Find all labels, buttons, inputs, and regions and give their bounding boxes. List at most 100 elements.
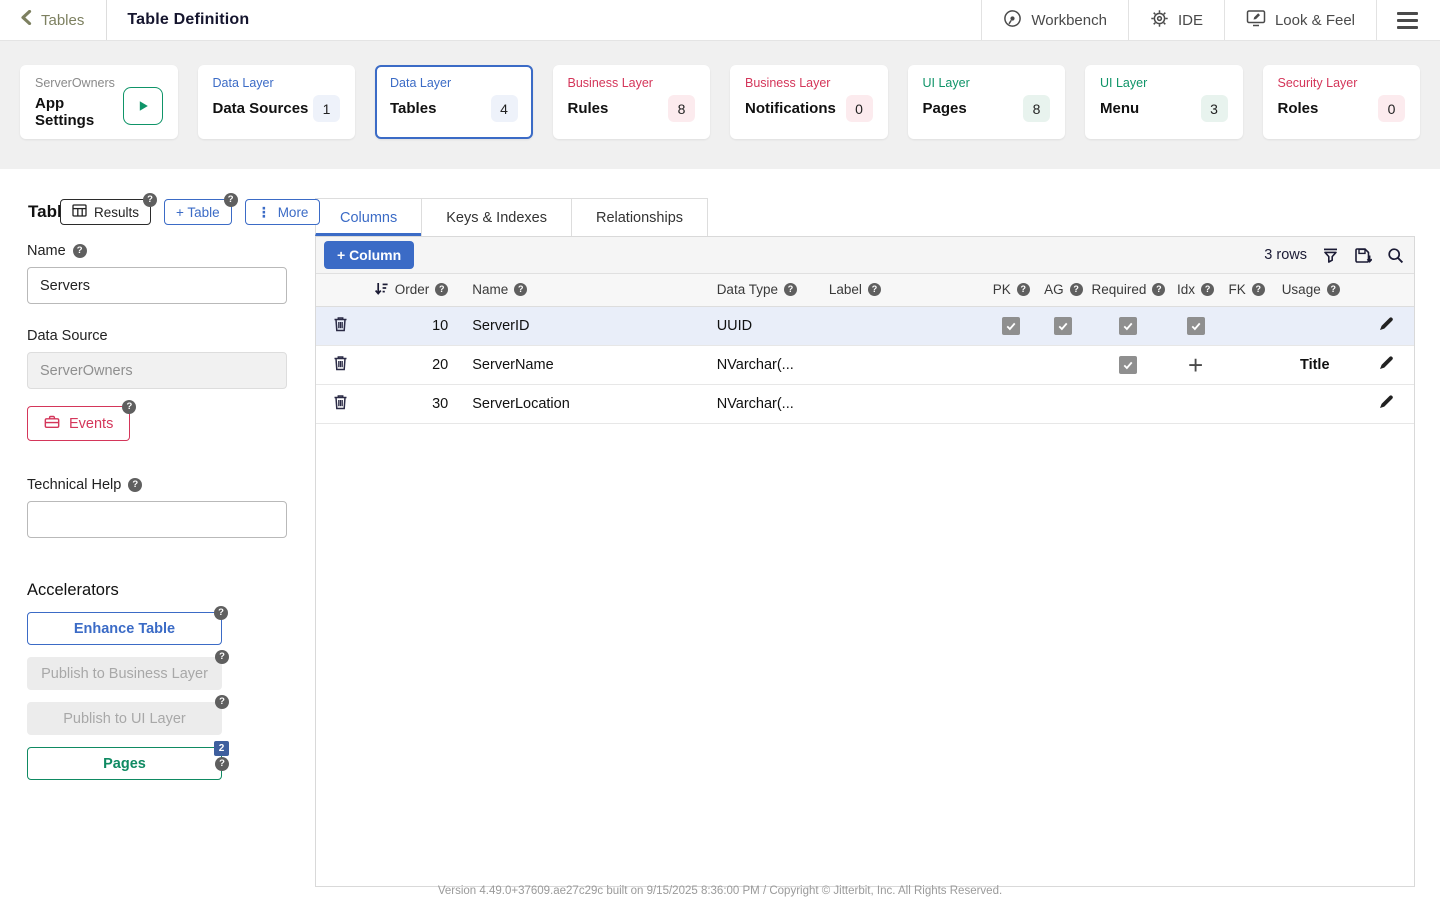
help-icon[interactable]: ?: [215, 650, 229, 664]
ag-checkbox[interactable]: [1054, 317, 1072, 335]
cell-name: ServerID: [460, 306, 704, 345]
card-tables[interactable]: Data Layer Tables 4: [375, 65, 533, 139]
help-icon[interactable]: ?: [1201, 283, 1214, 296]
search-icon[interactable]: [1387, 247, 1404, 264]
add-table-button[interactable]: + Table ?: [164, 199, 232, 225]
tab-keys-indexes[interactable]: Keys & Indexes: [421, 198, 572, 236]
table-definition-page: Tables Table Definition Workbench: [0, 0, 1440, 900]
card-layer-label: Business Layer: [745, 76, 873, 90]
tab-relationships[interactable]: Relationships: [571, 198, 708, 236]
header-usage[interactable]: Usage: [1282, 282, 1321, 297]
card-menu[interactable]: UI Layer Menu 3: [1085, 65, 1243, 139]
pencil-icon[interactable]: [1378, 393, 1395, 410]
trash-icon[interactable]: [333, 355, 348, 371]
cell-label: [817, 345, 985, 384]
card-roles[interactable]: Security Layer Roles 0: [1263, 65, 1421, 139]
help-icon[interactable]: ?: [215, 757, 229, 771]
enhance-table-button[interactable]: Enhance Table ?: [27, 612, 222, 645]
card-rules[interactable]: Business Layer Rules 8: [553, 65, 711, 139]
card-notifications[interactable]: Business Layer Notifications 0: [730, 65, 888, 139]
trash-icon[interactable]: [333, 394, 348, 410]
results-button[interactable]: Results ?: [60, 199, 151, 225]
add-table-label: + Table: [176, 205, 220, 220]
help-icon[interactable]: ?: [122, 400, 136, 414]
gear-icon: [1150, 9, 1169, 32]
workbench-button[interactable]: Workbench: [981, 0, 1128, 40]
add-column-button[interactable]: + Column: [324, 241, 414, 269]
cell-data-type: NVarchar(...: [705, 384, 817, 423]
technical-help-input[interactable]: [27, 501, 287, 538]
add-index-icon[interactable]: +: [1188, 350, 1203, 380]
header-name[interactable]: Name: [472, 282, 508, 297]
help-icon[interactable]: ?: [784, 283, 797, 296]
main-content: Columns Keys & Indexes Relationships + C…: [315, 169, 1415, 887]
card-name: Tables: [390, 100, 436, 117]
tab-columns[interactable]: Columns: [315, 198, 422, 236]
technical-help-label: Technical Help ?: [27, 477, 300, 493]
help-icon[interactable]: ?: [1327, 283, 1340, 296]
table-header-row: Order ? Name? Data Type? Label? PK? AG? …: [316, 274, 1414, 306]
help-icon[interactable]: ?: [128, 478, 142, 492]
required-checkbox[interactable]: [1119, 317, 1137, 335]
card-layer-label: Business Layer: [568, 76, 696, 90]
help-icon[interactable]: ?: [1017, 283, 1030, 296]
pages-button[interactable]: Pages 2 ?: [27, 747, 222, 780]
table-row[interactable]: 20 ServerName NVarchar(... + Title: [316, 345, 1414, 384]
events-label: Events: [69, 416, 113, 432]
play-icon[interactable]: [123, 87, 162, 125]
header-data-type[interactable]: Data Type: [717, 282, 778, 297]
count-badge: 0: [846, 95, 873, 122]
help-icon[interactable]: ?: [435, 283, 448, 296]
header-idx[interactable]: Idx: [1177, 282, 1195, 297]
help-icon[interactable]: ?: [1252, 283, 1265, 296]
count-badge: 0: [1378, 95, 1405, 122]
card-app-settings[interactable]: ServerOwners App Settings: [20, 65, 178, 139]
back-to-tables-button[interactable]: Tables: [0, 0, 107, 40]
name-input[interactable]: [27, 267, 287, 304]
cell-label: [817, 384, 985, 423]
columns-toolbar: + Column 3 rows: [316, 237, 1414, 274]
look-and-feel-button[interactable]: Look & Feel: [1224, 0, 1376, 40]
save-icon[interactable]: [1354, 247, 1372, 264]
pencil-icon[interactable]: [1378, 315, 1395, 332]
help-icon[interactable]: ?: [868, 283, 881, 296]
briefcase-icon: [44, 414, 60, 433]
pk-checkbox[interactable]: [1002, 317, 1020, 335]
results-label: Results: [94, 205, 139, 220]
events-button[interactable]: Events ?: [27, 406, 130, 441]
card-layer-label: Data Layer: [213, 76, 341, 90]
help-icon[interactable]: ?: [73, 244, 87, 258]
cell-name: ServerName: [460, 345, 704, 384]
hamburger-menu-icon[interactable]: [1376, 0, 1440, 40]
pencil-icon[interactable]: [1378, 354, 1395, 371]
help-icon[interactable]: ?: [214, 606, 228, 620]
card-pages[interactable]: UI Layer Pages 8: [908, 65, 1066, 139]
required-checkbox[interactable]: [1119, 356, 1137, 374]
header-pk[interactable]: PK: [993, 282, 1011, 297]
more-button[interactable]: ⋮ More: [245, 199, 321, 225]
pages-count-badge: 2: [214, 741, 229, 756]
table-row[interactable]: 10 ServerID UUID: [316, 306, 1414, 345]
card-data-sources[interactable]: Data Layer Data Sources 1: [198, 65, 356, 139]
header-label[interactable]: Label: [829, 282, 862, 297]
help-icon[interactable]: ?: [143, 193, 157, 207]
header-required[interactable]: Required: [1092, 282, 1147, 297]
sort-icon[interactable]: [374, 281, 389, 299]
filter-icon[interactable]: [1322, 247, 1339, 264]
help-icon[interactable]: ?: [1070, 283, 1083, 296]
help-icon[interactable]: ?: [514, 283, 527, 296]
ide-button[interactable]: IDE: [1128, 0, 1224, 40]
help-icon[interactable]: ?: [215, 695, 229, 709]
table-row[interactable]: 30 ServerLocation NVarchar(...: [316, 384, 1414, 423]
card-layer-label: UI Layer: [1100, 76, 1228, 90]
header-fk[interactable]: FK: [1229, 282, 1246, 297]
workbench-label: Workbench: [1031, 12, 1107, 29]
header-ag[interactable]: AG: [1044, 282, 1064, 297]
help-icon[interactable]: ?: [1152, 283, 1165, 296]
count-badge: 8: [1023, 95, 1050, 122]
idx-checkbox[interactable]: [1187, 317, 1205, 335]
count-badge: 8: [668, 95, 695, 122]
help-icon[interactable]: ?: [224, 193, 238, 207]
trash-icon[interactable]: [333, 316, 348, 332]
header-order[interactable]: Order: [395, 282, 430, 297]
